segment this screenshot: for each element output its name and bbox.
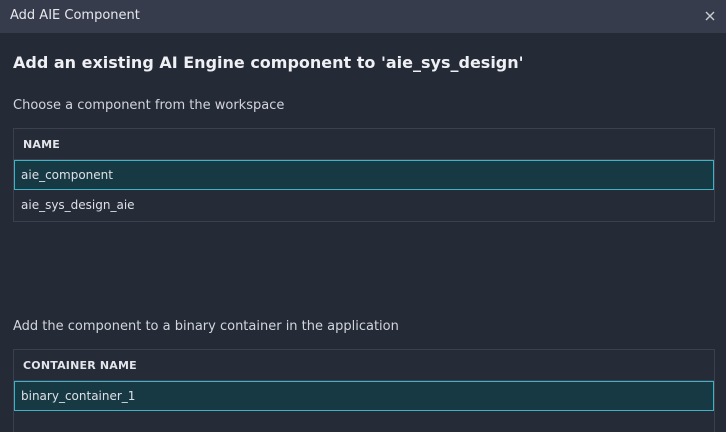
container-section-label: Add the component to a binary container …	[13, 319, 399, 334]
container-table-header: CONTAINER NAME	[14, 350, 714, 381]
table-row-label: aie_component	[21, 168, 113, 182]
component-table-header: NAME	[14, 129, 714, 160]
table-row-aie-component[interactable]: aie_component	[14, 160, 714, 190]
table-row-aie-sys-design-aie[interactable]: aie_sys_design_aie	[14, 190, 714, 220]
table-row-label: aie_sys_design_aie	[21, 198, 135, 212]
container-table: CONTAINER NAME binary_container_1	[13, 349, 715, 432]
dialog-heading: Add an existing AI Engine component to '…	[13, 53, 524, 72]
dialog-title: Add AIE Component	[10, 8, 140, 23]
table-row-label: binary_container_1	[21, 389, 136, 403]
container-name-column-header: CONTAINER NAME	[23, 359, 137, 372]
dialog-titlebar: Add AIE Component	[0, 0, 726, 33]
table-row-binary-container-1[interactable]: binary_container_1	[14, 381, 714, 411]
add-aie-component-dialog: Add AIE Component Add an existing AI Eng…	[0, 0, 726, 432]
component-section-label: Choose a component from the workspace	[13, 98, 285, 113]
component-table: NAME aie_component aie_sys_design_aie	[13, 128, 715, 222]
close-icon[interactable]	[702, 8, 718, 24]
name-column-header: NAME	[23, 138, 60, 151]
